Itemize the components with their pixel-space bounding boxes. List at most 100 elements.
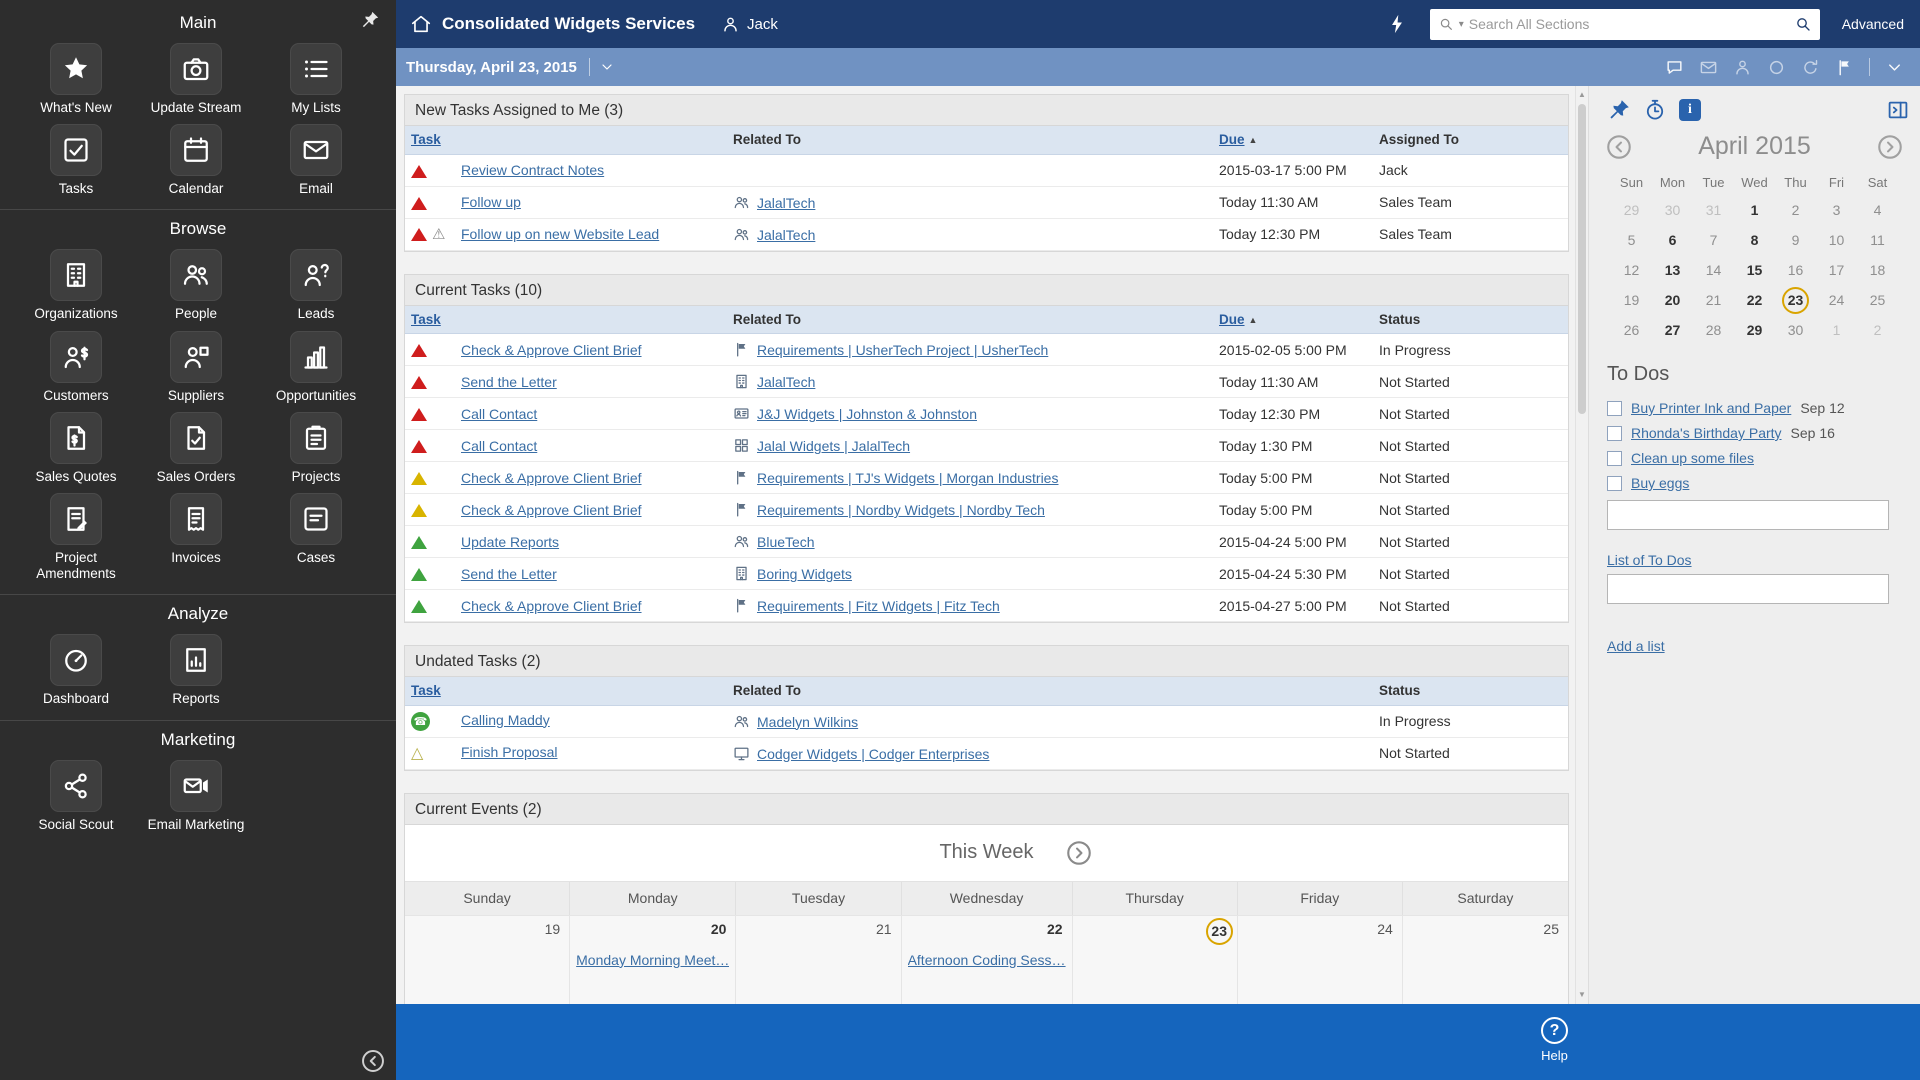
task-link[interactable]: Send the Letter [461, 566, 557, 582]
sidebar-item-leads[interactable]: Leads [256, 249, 376, 322]
todo-link[interactable]: Buy Printer Ink and Paper [1631, 400, 1791, 416]
sidebar-item-sales-quotes[interactable]: Sales Quotes [16, 412, 136, 485]
expand-icon[interactable] [1885, 58, 1904, 77]
sidebar-item-people[interactable]: People [136, 249, 256, 322]
calendar-day[interactable]: 6 [1652, 225, 1693, 255]
task-link[interactable]: Check & Approve Client Brief [461, 598, 642, 614]
scroll-up-icon[interactable]: ▲ [1576, 88, 1588, 102]
next-month-icon[interactable] [1876, 133, 1904, 161]
calendar-day[interactable]: 31 [1693, 195, 1734, 225]
sidebar-item-reports[interactable]: Reports [136, 634, 256, 707]
sidebar-item-invoices[interactable]: Invoices [136, 493, 256, 582]
calendar-day[interactable]: 12 [1611, 255, 1652, 285]
related-to-link[interactable]: Jalal Widgets | JalalTech [757, 438, 910, 454]
related-to-link[interactable]: Boring Widgets [757, 566, 852, 582]
calendar-day[interactable]: 30 [1775, 315, 1816, 345]
related-to-link[interactable]: JalalTech [757, 195, 815, 211]
week-cell[interactable]: 21 [736, 915, 901, 1005]
sidebar-item-email[interactable]: Email [256, 124, 376, 197]
related-to-link[interactable]: Codger Widgets | Codger Enterprises [757, 746, 989, 762]
info-icon[interactable]: i [1679, 99, 1701, 121]
calendar-day[interactable]: 8 [1734, 225, 1775, 255]
task-link[interactable]: Review Contract Notes [461, 162, 604, 178]
sidebar-item-update-stream[interactable]: Update Stream [136, 43, 256, 116]
calendar-day[interactable]: 7 [1693, 225, 1734, 255]
calendar-day[interactable]: 5 [1611, 225, 1652, 255]
todo-link[interactable]: Buy eggs [1631, 475, 1689, 491]
calendar-day[interactable]: 29 [1611, 195, 1652, 225]
task-link[interactable]: Check & Approve Client Brief [461, 470, 642, 486]
related-to-link[interactable]: Requirements | Fitz Widgets | Fitz Tech [757, 598, 1000, 614]
sidebar-item-sales-orders[interactable]: Sales Orders [136, 412, 256, 485]
task-link[interactable]: Call Contact [461, 438, 537, 454]
todo-checkbox[interactable] [1607, 426, 1622, 441]
task-link[interactable]: Send the Letter [461, 374, 557, 390]
mail-icon[interactable] [1699, 58, 1718, 77]
scroll-down-icon[interactable]: ▼ [1576, 988, 1588, 1002]
column-header-due[interactable]: Due [1219, 132, 1245, 147]
todo-link[interactable]: Clean up some files [1631, 450, 1754, 466]
sidebar-item-tasks[interactable]: Tasks [16, 124, 136, 197]
todo-link[interactable]: Rhonda's Birthday Party [1631, 425, 1782, 441]
related-to-link[interactable]: Requirements | UsherTech Project | Usher… [757, 342, 1048, 358]
todo-checkbox[interactable] [1607, 401, 1622, 416]
sidebar-item-organizations[interactable]: Organizations [16, 249, 136, 322]
user-chip[interactable]: Jack [721, 15, 778, 34]
related-to-link[interactable]: JalalTech [757, 227, 815, 243]
week-cell[interactable]: 19 [405, 915, 570, 1005]
calendar-day[interactable]: 28 [1693, 315, 1734, 345]
sidebar-item-my-lists[interactable]: My Lists [256, 43, 376, 116]
calendar-day[interactable]: 17 [1816, 255, 1857, 285]
calendar-day[interactable]: 21 [1693, 285, 1734, 315]
todo-checkbox[interactable] [1607, 476, 1622, 491]
task-link[interactable]: Follow up on new Website Lead [461, 226, 659, 242]
calendar-day[interactable]: 29 [1734, 315, 1775, 345]
sidebar-item-what-s-new[interactable]: What's New [16, 43, 136, 116]
main-scrollbar[interactable]: ▲ ▼ [1575, 86, 1588, 1004]
event-link[interactable]: Afternoon Coding Sess… [908, 952, 1066, 968]
calendar-day[interactable]: 20 [1652, 285, 1693, 315]
related-to-link[interactable]: J&J Widgets | Johnston & Johnston [757, 406, 977, 422]
sidebar-item-customers[interactable]: Customers [16, 331, 136, 404]
presence-icon[interactable] [1767, 58, 1786, 77]
collapse-sidebar-button[interactable] [360, 1048, 386, 1074]
next-week-icon[interactable] [1065, 839, 1093, 867]
column-header-task[interactable]: Task [411, 132, 441, 147]
help-button[interactable]: ? Help [1541, 1017, 1568, 1063]
search-input[interactable] [1469, 16, 1789, 32]
calendar-day[interactable]: 26 [1611, 315, 1652, 345]
related-to-link[interactable]: Madelyn Wilkins [757, 714, 858, 730]
column-header-status[interactable]: Status [1379, 683, 1420, 698]
search-scope-icon[interactable] [1438, 16, 1454, 32]
calendar-day[interactable]: 10 [1816, 225, 1857, 255]
sidebar-item-cases[interactable]: Cases [256, 493, 376, 582]
todo-list-link[interactable]: List of To Dos [1607, 552, 1692, 568]
todo-checkbox[interactable] [1607, 451, 1622, 466]
sidebar-item-calendar[interactable]: Calendar [136, 124, 256, 197]
calendar-day[interactable]: 9 [1775, 225, 1816, 255]
column-header-related-to[interactable]: Related To [733, 132, 801, 147]
todo-list-input[interactable] [1607, 574, 1889, 604]
week-cell[interactable]: 25 [1403, 915, 1568, 1005]
home-icon[interactable] [410, 13, 432, 35]
calendar-day[interactable]: 3 [1816, 195, 1857, 225]
calendar-day[interactable]: 14 [1693, 255, 1734, 285]
event-link[interactable]: Monday Morning Meet… [576, 952, 729, 968]
sidebar-item-dashboard[interactable]: Dashboard [16, 634, 136, 707]
pin-panel-icon[interactable] [1607, 98, 1631, 122]
sidebar-item-project-amendments[interactable]: Project Amendments [16, 493, 136, 582]
calendar-day[interactable]: 16 [1775, 255, 1816, 285]
task-link[interactable]: Call Contact [461, 406, 537, 422]
calendar-day[interactable]: 15 [1734, 255, 1775, 285]
sidebar-item-suppliers[interactable]: Suppliers [136, 331, 256, 404]
search-submit-icon[interactable] [1794, 15, 1812, 33]
column-header-related-to[interactable]: Related To [733, 683, 801, 698]
date-dropdown-icon[interactable] [599, 59, 615, 75]
app-title[interactable]: Consolidated Widgets Services [442, 14, 695, 34]
calendar-day[interactable]: 1 [1734, 195, 1775, 225]
task-link[interactable]: Check & Approve Client Brief [461, 342, 642, 358]
column-header-task[interactable]: Task [411, 683, 441, 698]
related-to-link[interactable]: JalalTech [757, 374, 815, 390]
week-cell[interactable]: 24 [1238, 915, 1403, 1005]
week-cell[interactable]: 23 [1073, 915, 1238, 1005]
